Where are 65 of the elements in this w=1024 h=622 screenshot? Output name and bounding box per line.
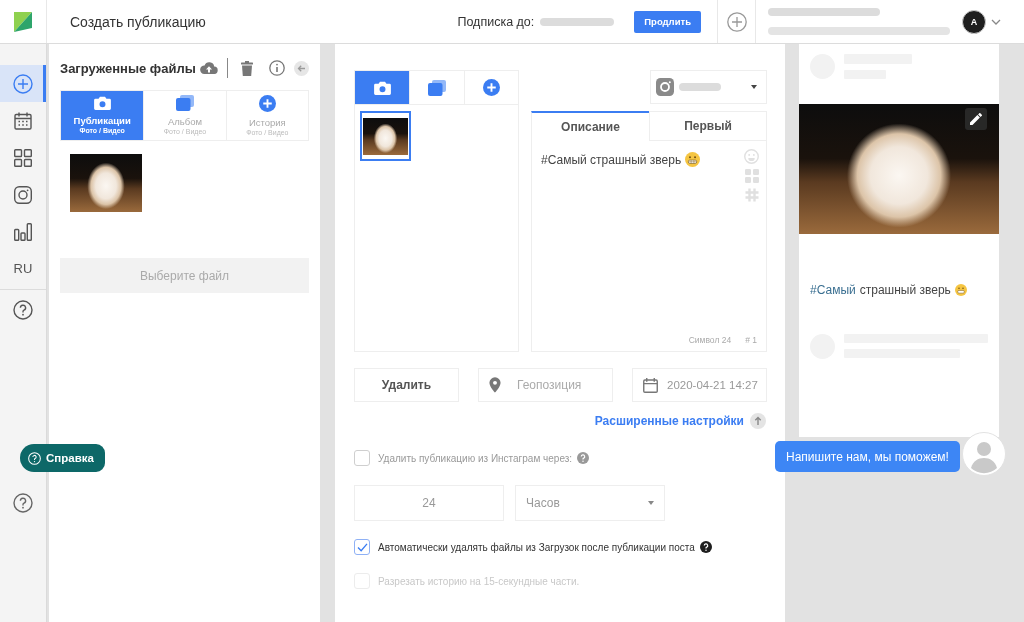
hours-field[interactable]: 24 (354, 485, 504, 521)
logo-icon[interactable] (14, 11, 32, 32)
sidebar-item[interactable] (0, 65, 46, 102)
add-icon (13, 73, 33, 94)
chevron-down-icon[interactable] (991, 18, 1001, 25)
renew-button[interactable]: Продлить (634, 10, 701, 33)
edit-button[interactable] (965, 108, 987, 130)
choose-file-button[interactable]: Выберите файл (60, 258, 309, 293)
hashtag-link[interactable]: #Самый (810, 283, 856, 297)
camera-icon (93, 96, 111, 110)
delete-button[interactable]: Удалить (354, 368, 459, 402)
checkbox[interactable] (354, 450, 370, 466)
checkbox[interactable] (354, 539, 370, 555)
album-icon (176, 95, 194, 111)
grimacing-emoji-icon (685, 152, 701, 167)
unit-dropdown[interactable]: Часов (515, 485, 665, 521)
advanced-settings-link[interactable]: Расширенные настройки (594, 414, 744, 428)
subscription-label: Подписка до: (457, 14, 535, 29)
sidebar-item[interactable]: RU (0, 250, 46, 287)
help-icon (13, 299, 33, 320)
blurred-text (679, 83, 721, 91)
chat-prompt-bubble[interactable]: Напишите нам, мы поможем! (775, 441, 960, 472)
photo-placeholder (363, 118, 408, 155)
photo-placeholder[interactable] (70, 154, 142, 212)
bar-chart-icon (14, 222, 32, 241)
character-count: Символ 24 (688, 335, 732, 345)
camera-icon (373, 80, 391, 95)
media-type-tab[interactable] (355, 71, 410, 104)
option-label: Автоматически удалять файлы из Загрузок после публикации поста (378, 541, 695, 553)
arrow-up-icon[interactable] (750, 413, 766, 429)
grimacing-emoji-icon (954, 284, 967, 296)
checkmark-icon (356, 542, 368, 552)
page-title: Создать публикацию (70, 13, 206, 30)
option-label: Удалить публикацию из Инстаграм через: (378, 452, 573, 464)
media-thumbnail[interactable] (360, 111, 411, 161)
caption-text: #Самый страшный зверь (541, 152, 682, 167)
album-icon (428, 79, 446, 96)
account-dropdown[interactable] (650, 70, 767, 104)
help-icon[interactable] (699, 541, 712, 553)
caret-down-icon (648, 501, 654, 505)
grid-icon (14, 148, 32, 167)
cloud-upload-icon[interactable] (199, 62, 218, 74)
info-icon[interactable] (269, 60, 285, 76)
location-field[interactable]: Геопозиция (478, 368, 613, 402)
add-icon[interactable] (726, 11, 747, 32)
add-icon (258, 94, 276, 112)
caption-tab[interactable]: Первый (649, 111, 767, 141)
calendar-icon (14, 111, 32, 130)
trash-icon[interactable] (241, 60, 253, 76)
account-avatar[interactable]: A (962, 9, 986, 34)
camera-icon (14, 185, 32, 204)
post-caption: страшный зверь (859, 283, 951, 297)
caption-tab[interactable]: Описание (531, 111, 649, 141)
location-pin-icon (489, 377, 501, 393)
pencil-icon (970, 113, 982, 125)
panel-title: Загруженные файлы (60, 60, 196, 76)
add-icon (482, 79, 500, 96)
camera-icon (656, 78, 674, 96)
help-icon (28, 451, 41, 465)
calendar-icon (643, 377, 658, 393)
caret-down-icon (751, 85, 757, 89)
help-widget-button[interactable]: Справка (20, 444, 105, 472)
date-field[interactable]: 2020-04-21 14:27 (632, 368, 767, 402)
hashtag-count: # 1 (745, 335, 757, 345)
arrow-left-icon[interactable] (294, 60, 309, 76)
